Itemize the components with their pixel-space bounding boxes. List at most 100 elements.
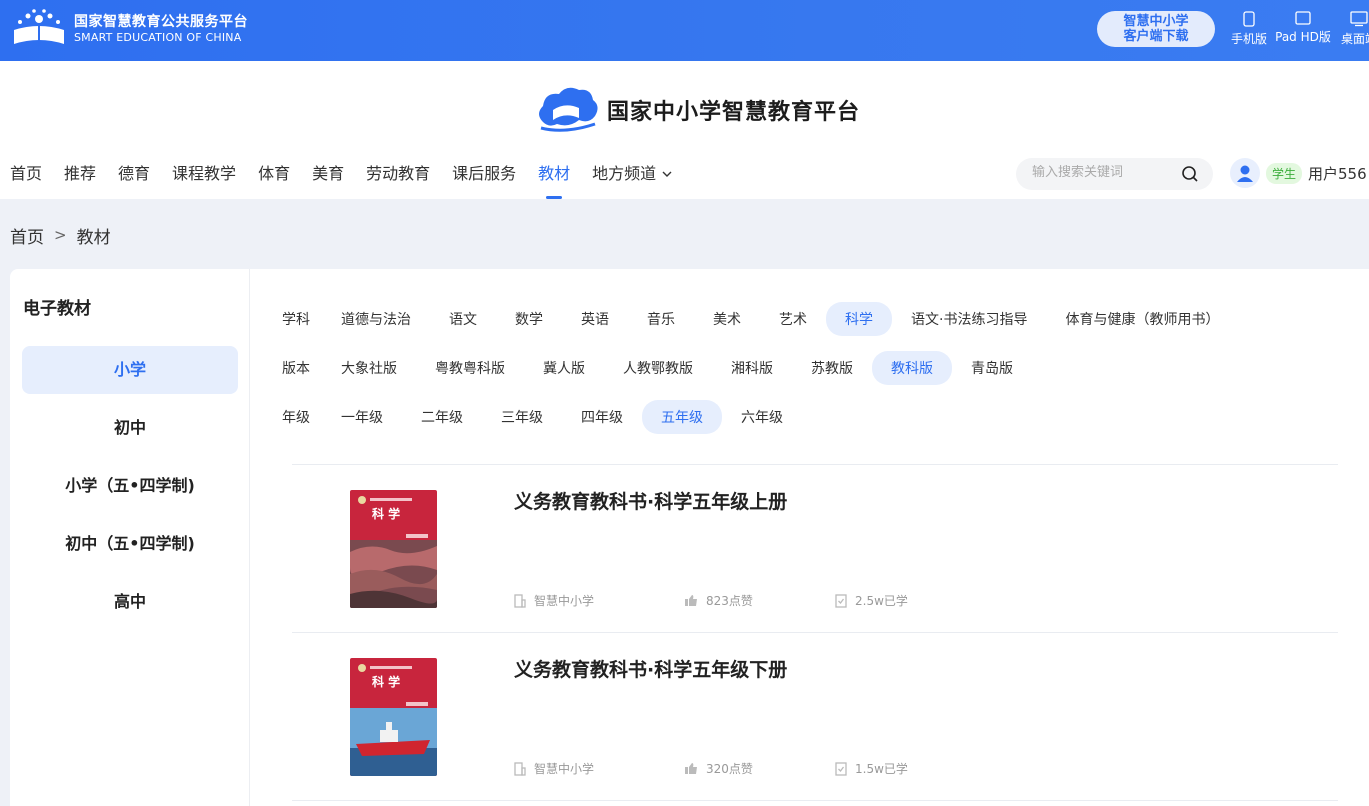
edition-filter-row: 版本 大象社版 粤教粤科版 冀人版 人教鄂教版 湘科版 苏教版 教科版 青岛版 bbox=[270, 351, 1032, 385]
nav-courses[interactable]: 课程教学 bbox=[172, 161, 236, 187]
filter-option[interactable]: 人教鄂教版 bbox=[604, 351, 712, 385]
subject-filter-row: 学科 道德与法治 语文 数学 英语 音乐 美术 艺术 科学 语文·书法练习指导 … bbox=[270, 302, 1238, 336]
logo-title: 国家智慧教育公共服务平台 bbox=[74, 14, 248, 30]
main-header: 国家中小学智慧教育平台 首页 推荐 德育 课程教学 体育 美育 劳动教育 课后服… bbox=[0, 61, 1369, 199]
nav-home[interactable]: 首页 bbox=[10, 161, 42, 187]
learned-doc-icon bbox=[835, 761, 847, 776]
search-box bbox=[1016, 158, 1213, 190]
chevron-down-icon bbox=[662, 171, 672, 177]
logo-subtitle: SMART EDUCATION OF CHINA bbox=[74, 31, 242, 44]
filter-option-active[interactable]: 五年级 bbox=[642, 400, 722, 434]
publisher-text: 智慧中小学 bbox=[534, 594, 595, 608]
publisher-text: 智慧中小学 bbox=[534, 762, 595, 776]
filter-option[interactable]: 道德与法治 bbox=[322, 302, 430, 336]
user-menu[interactable]: 学生 用户556 bbox=[1230, 158, 1367, 188]
nav-afterschool[interactable]: 课后服务 bbox=[452, 161, 516, 187]
nav-sports[interactable]: 体育 bbox=[258, 161, 290, 187]
book-learned: 1.5w已学 bbox=[835, 760, 908, 777]
book-cover-image: 科 学 bbox=[350, 658, 437, 776]
nav-arts[interactable]: 美育 bbox=[312, 161, 344, 187]
filter-option[interactable]: 粤教粤科版 bbox=[416, 351, 524, 385]
sidebar-item-primary-54[interactable]: 小学（五•四学制) bbox=[22, 462, 238, 510]
filter-option[interactable]: 音乐 bbox=[628, 302, 694, 336]
filter-option[interactable]: 二年级 bbox=[402, 400, 482, 434]
sidebar-item-primary[interactable]: 小学 bbox=[22, 346, 238, 394]
search-icon[interactable] bbox=[1181, 165, 1199, 183]
filter-option[interactable]: 艺术 bbox=[760, 302, 826, 336]
textbook-card[interactable]: 科 学 义务教育教科书·科学五年级下册 智慧中小学 320点赞 1.5w已学 bbox=[292, 633, 1338, 801]
book-cover[interactable]: 科 学 bbox=[350, 658, 437, 776]
cloud-book-logo-icon bbox=[539, 87, 598, 132]
textbook-card[interactable]: 科 学 义务教育教科书·科学五年级上册 智慧中小学 823点赞 2.5w已学 bbox=[292, 465, 1338, 633]
textbook-main: 学科 道德与法治 语文 数学 英语 音乐 美术 艺术 科学 语文·书法练习指导 … bbox=[250, 269, 1369, 806]
filter-option[interactable]: 冀人版 bbox=[524, 351, 604, 385]
book-logo-icon bbox=[14, 9, 64, 46]
filter-option-active[interactable]: 教科版 bbox=[872, 351, 952, 385]
platform-logo[interactable]: 国家智慧教育公共服务平台 SMART EDUCATION OF CHINA bbox=[10, 8, 248, 50]
device-label: Pad HD版 bbox=[1275, 30, 1331, 44]
nav-local-label: 地方频道 bbox=[592, 164, 657, 183]
thumbs-up-icon bbox=[685, 763, 697, 774]
breadcrumb-current: 教材 bbox=[76, 228, 111, 248]
filter-option[interactable]: 数学 bbox=[496, 302, 562, 336]
learned-text: 2.5w已学 bbox=[855, 594, 908, 608]
book-cover[interactable]: 科 学 bbox=[350, 490, 437, 608]
filter-option[interactable]: 语文 bbox=[430, 302, 496, 336]
filter-option[interactable]: 一年级 bbox=[322, 400, 402, 434]
nav-local-channel[interactable]: 地方频道 bbox=[592, 161, 672, 187]
sidebar-item-senior[interactable]: 高中 bbox=[22, 578, 238, 626]
book-title[interactable]: 义务教育教科书·科学五年级上册 bbox=[514, 487, 787, 514]
mobile-version-link[interactable]: 手机版 bbox=[1230, 11, 1268, 47]
learned-doc-icon bbox=[835, 593, 847, 608]
learned-text: 1.5w已学 bbox=[855, 762, 908, 776]
filter-option[interactable]: 青岛版 bbox=[952, 351, 1032, 385]
cover-title: 科 学 bbox=[372, 506, 400, 521]
device-label: 桌面端 bbox=[1340, 32, 1369, 46]
search-input[interactable] bbox=[1032, 165, 1172, 180]
list-divider bbox=[292, 800, 1338, 801]
nav-textbooks[interactable]: 教材 bbox=[538, 161, 570, 187]
filter-label: 学科 bbox=[282, 312, 310, 328]
pad-version-link[interactable]: Pad HD版 bbox=[1274, 11, 1332, 45]
filter-option[interactable]: 语文·书法练习指导 bbox=[892, 302, 1046, 336]
filter-option[interactable]: 四年级 bbox=[562, 400, 642, 434]
desktop-icon bbox=[1350, 11, 1368, 27]
filter-label: 年级 bbox=[282, 410, 310, 426]
user-name[interactable]: 用户556 bbox=[1308, 163, 1367, 184]
book-learned: 2.5w已学 bbox=[835, 592, 908, 609]
breadcrumb-home[interactable]: 首页 bbox=[10, 223, 44, 248]
filter-option[interactable]: 苏教版 bbox=[792, 351, 872, 385]
filter-label: 版本 bbox=[282, 361, 310, 377]
nav-recommend[interactable]: 推荐 bbox=[64, 161, 96, 187]
role-badge: 学生 bbox=[1266, 162, 1303, 184]
filter-option[interactable]: 英语 bbox=[562, 302, 628, 336]
book-likes: 320点赞 bbox=[684, 760, 753, 777]
sidebar-title: 电子教材 bbox=[23, 299, 91, 319]
filter-option[interactable]: 湘科版 bbox=[712, 351, 792, 385]
sidebar-item-junior-54[interactable]: 初中（五•四学制) bbox=[22, 520, 238, 568]
desktop-version-link[interactable]: 桌面端 bbox=[1337, 11, 1369, 47]
nav-labor[interactable]: 劳动教育 bbox=[366, 161, 430, 187]
brand-logo[interactable]: 国家中小学智慧教育平台 bbox=[535, 84, 860, 136]
brand-title: 国家中小学智慧教育平台 bbox=[607, 99, 861, 125]
breadcrumb: 首页 > 教材 bbox=[10, 223, 111, 248]
filter-option[interactable]: 大象社版 bbox=[322, 351, 416, 385]
book-title[interactable]: 义务教育教科书·科学五年级下册 bbox=[514, 655, 787, 682]
book-publisher: 智慧中小学 bbox=[514, 592, 594, 609]
device-label: 手机版 bbox=[1230, 32, 1267, 46]
breadcrumb-separator: > bbox=[54, 226, 67, 244]
filter-option[interactable]: 体育与健康（教师用书） bbox=[1046, 302, 1238, 336]
sidebar-item-junior[interactable]: 初中 bbox=[22, 404, 238, 452]
client-download-button[interactable]: 智慧中小学 客户端下载 bbox=[1097, 11, 1215, 47]
nav-moral[interactable]: 德育 bbox=[118, 161, 150, 187]
filter-option-active[interactable]: 科学 bbox=[826, 302, 892, 336]
filter-option[interactable]: 美术 bbox=[694, 302, 760, 336]
avatar[interactable] bbox=[1230, 158, 1260, 188]
book-cover-image: 科 学 bbox=[350, 490, 437, 608]
phone-icon bbox=[1243, 11, 1255, 27]
top-bar: 国家智慧教育公共服务平台 SMART EDUCATION OF CHINA 智慧… bbox=[0, 0, 1369, 61]
thumbs-up-icon bbox=[685, 595, 697, 606]
grade-filter-row: 年级 一年级 二年级 三年级 四年级 五年级 六年级 bbox=[270, 400, 802, 434]
filter-option[interactable]: 三年级 bbox=[482, 400, 562, 434]
filter-option[interactable]: 六年级 bbox=[722, 400, 802, 434]
